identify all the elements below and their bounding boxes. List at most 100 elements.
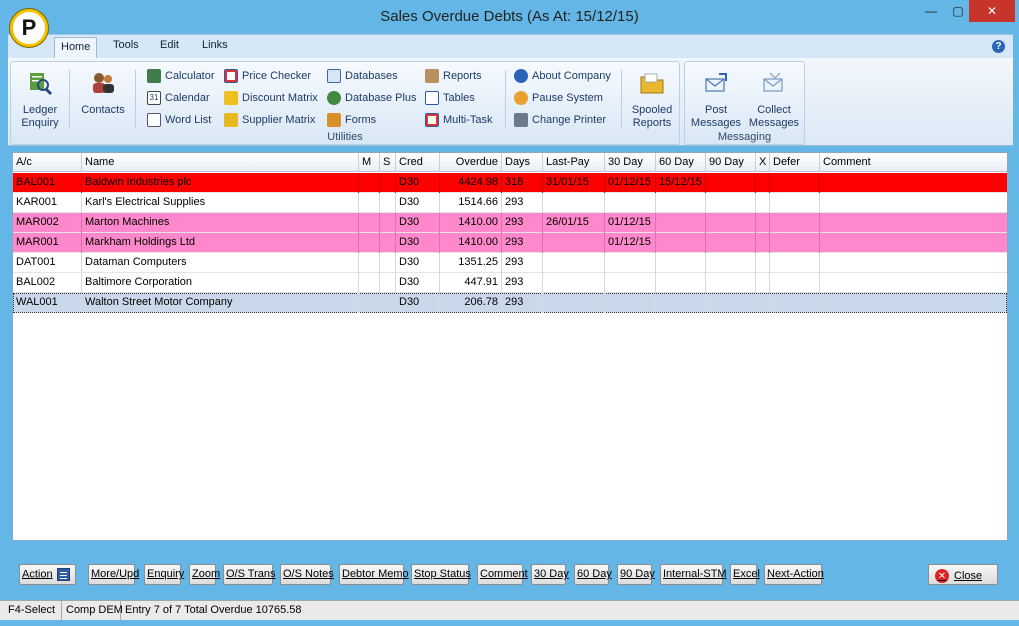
table-row[interactable]: DAT001 Dataman Computers D30 1351.25 293 <box>13 253 1007 273</box>
tab-edit[interactable]: Edit <box>160 39 179 51</box>
column-header-m[interactable]: M <box>359 153 380 172</box>
reports-button[interactable]: Reports <box>425 67 482 85</box>
table-row-selected[interactable]: WAL001 Walton Street Motor Company D30 2… <box>13 293 1007 313</box>
about-company-button[interactable]: About Company <box>514 67 611 85</box>
status-f4-select: F4-Select <box>4 601 62 621</box>
tables-icon <box>425 91 439 105</box>
cell-days: 318 <box>502 173 543 193</box>
column-header-name[interactable]: Name <box>82 153 359 172</box>
column-header-x[interactable]: X <box>756 153 770 172</box>
forms-button[interactable]: Forms <box>327 111 376 129</box>
internal-stm-button[interactable]: Internal-STM <box>660 564 727 585</box>
column-header-ac[interactable]: A/c <box>13 153 82 172</box>
supplier-matrix-icon <box>224 113 238 127</box>
comment-button[interactable]: Comment <box>477 564 528 585</box>
app-logo-icon[interactable]: P <box>10 9 48 47</box>
column-header-30-day[interactable]: 30 Day <box>605 153 656 172</box>
cell-m <box>359 213 380 233</box>
status-company: Comp DEM <box>62 601 123 621</box>
os-trans-button[interactable]: O/S Trans <box>223 564 276 585</box>
help-icon[interactable]: ? <box>992 40 1005 53</box>
cell-days: 293 <box>502 253 543 273</box>
collect-messages-button[interactable]: Collect Messages <box>745 70 803 130</box>
price-checker-button[interactable]: Price Checker <box>224 67 311 85</box>
cell-s <box>380 233 396 253</box>
action-button[interactable]: Action <box>19 564 76 585</box>
separator <box>621 70 622 128</box>
cell-comment <box>820 233 1007 253</box>
spooled-reports-button[interactable]: Spooled Reports <box>625 70 679 130</box>
contacts-button[interactable]: Contacts <box>75 70 131 117</box>
cell-s <box>380 253 396 273</box>
calculator-button[interactable]: Calculator <box>147 67 215 85</box>
word-list-button[interactable]: Word List <box>147 111 211 129</box>
cell-overdue: 4424.98 <box>440 173 502 193</box>
change-printer-button[interactable]: Change Printer <box>514 111 606 129</box>
column-header-last-pay[interactable]: Last-Pay <box>543 153 605 172</box>
contacts-icon <box>93 73 114 93</box>
multi-task-button[interactable]: Multi-Task <box>425 111 493 129</box>
cell-days: 293 <box>502 273 543 293</box>
tab-links[interactable]: Links <box>202 39 228 51</box>
ledger-enquiry-button[interactable]: Ledger Enquiry <box>15 70 65 130</box>
tab-tools[interactable]: Tools <box>113 39 139 51</box>
zoom-button[interactable]: Zoom <box>189 564 220 585</box>
debtor-memo-button[interactable]: Debtor Memo <box>339 564 409 585</box>
column-header-comment[interactable]: Comment <box>820 153 1007 172</box>
table-row[interactable]: MAR002 Marton Machines D30 1410.00 293 2… <box>13 213 1007 233</box>
table-row[interactable]: BAL002 Baltimore Corporation D30 447.91 … <box>13 273 1007 293</box>
column-header-defer[interactable]: Defer <box>770 153 820 172</box>
separator <box>135 70 136 128</box>
overdue-debts-grid[interactable]: A/c Name M S Cred Overdue Days Last-Pay … <box>12 152 1008 541</box>
table-row[interactable]: MAR001 Markham Holdings Ltd D30 1410.00 … <box>13 233 1007 253</box>
os-notes-button[interactable]: O/S Notes <box>280 564 334 585</box>
tab-home[interactable]: Home <box>54 37 98 60</box>
utilities-group: Ledger Enquiry Contacts Calculator 31 Cal… <box>10 61 680 145</box>
supplier-matrix-button[interactable]: Supplier Matrix <box>224 111 315 129</box>
database-plus-button[interactable]: Database Plus <box>327 89 417 107</box>
60-day-button[interactable]: 60 Day <box>574 564 612 585</box>
maximize-button[interactable]: ▢ <box>945 0 971 22</box>
next-action-button[interactable]: Next-Action <box>764 564 824 585</box>
column-header-cred[interactable]: Cred <box>396 153 440 172</box>
cell-x <box>756 253 770 273</box>
cell-x <box>756 233 770 253</box>
pause-system-button[interactable]: Pause System <box>514 89 603 107</box>
title-bar: P Sales Overdue Debts (As At: 15/12/15) … <box>0 0 1019 47</box>
cell-overdue: 1351.25 <box>440 253 502 273</box>
pause-system-label: Pause System <box>532 92 603 104</box>
30-day-button[interactable]: 30 Day <box>531 564 569 585</box>
databases-button[interactable]: Databases <box>327 67 398 85</box>
minimize-button[interactable]: — <box>918 0 944 22</box>
discount-matrix-button[interactable]: Discount Matrix <box>224 89 318 107</box>
90-day-button[interactable]: 90 Day <box>617 564 655 585</box>
table-row[interactable]: KAR001 Karl's Electrical Supplies D30 15… <box>13 193 1007 213</box>
cell-x <box>756 293 770 313</box>
tables-button[interactable]: Tables <box>425 89 475 107</box>
cell-last-pay: 26/01/15 <box>543 213 605 233</box>
word-list-label: Word List <box>165 114 212 126</box>
cell-overdue: 206.78 <box>440 293 502 313</box>
cell-s <box>380 293 396 313</box>
stop-status-button[interactable]: Stop Status <box>411 564 471 585</box>
column-header-s[interactable]: S <box>380 153 396 172</box>
more-upd-button[interactable]: More/Upd <box>88 564 139 585</box>
excel-button[interactable]: Excel <box>730 564 760 585</box>
table-row[interactable]: BAL001 Baldwin Industries plc D30 4424.9… <box>13 173 1007 193</box>
window-close-button[interactable]: ✕ <box>969 0 1015 22</box>
ledger-enquiry-label: Ledger Enquiry <box>21 104 59 129</box>
column-header-90-day[interactable]: 90 Day <box>706 153 756 172</box>
column-header-60-day[interactable]: 60 Day <box>656 153 706 172</box>
close-label: Close <box>954 570 983 582</box>
calendar-button[interactable]: 31 Calendar <box>147 89 210 107</box>
column-header-days[interactable]: Days <box>502 153 543 172</box>
post-messages-button[interactable]: Post Messages <box>687 70 745 130</box>
post-message-icon <box>705 73 727 92</box>
column-header-overdue[interactable]: Overdue <box>440 153 502 172</box>
calculator-label: Calculator <box>165 70 215 82</box>
close-button[interactable]: ✕ Close <box>928 564 998 585</box>
change-printer-label: Change Printer <box>532 114 606 126</box>
enquiry-button[interactable]: Enquiry <box>144 564 184 585</box>
cell-last-pay <box>543 273 605 293</box>
cell-defer <box>770 253 820 273</box>
